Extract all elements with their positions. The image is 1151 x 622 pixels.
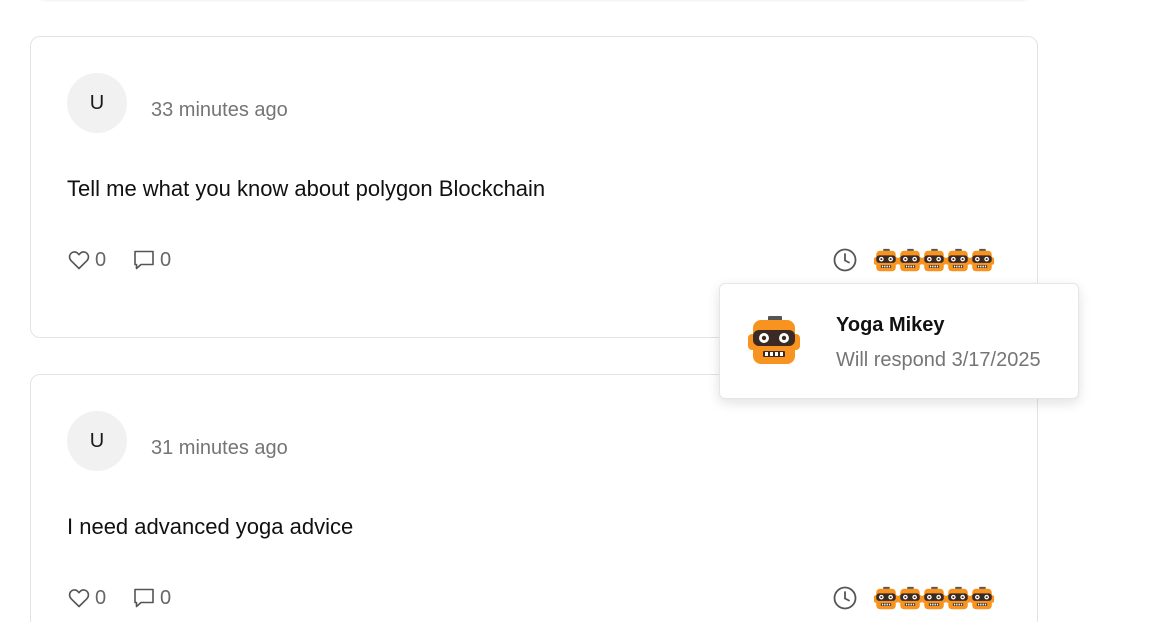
post-text: I need advanced yoga advice [67, 514, 354, 539]
bot-avatar-icon [921, 586, 947, 612]
bot-name: Yoga Mikey [836, 314, 945, 336]
bot-avatar-icon [921, 248, 947, 274]
bot-avatar-icon [873, 248, 899, 274]
bot-avatar-icon [969, 248, 995, 274]
clock-icon[interactable] [832, 247, 858, 273]
bot-avatar-icon [746, 314, 802, 370]
bot-avatar-icon [969, 586, 995, 612]
bot-response-status: Will respond 3/17/2025 [836, 349, 1041, 371]
like-count: 0 [95, 586, 107, 609]
comment-icon [134, 250, 154, 270]
bot-responders[interactable] [873, 248, 993, 274]
avatar-initial: U [89, 91, 105, 114]
comment-icon [134, 588, 154, 608]
comment-count: 0 [160, 248, 172, 271]
bot-popover: Yoga Mikey Will respond 3/17/2025 [719, 283, 1079, 399]
heart-icon [68, 251, 90, 270]
clock-icon[interactable] [832, 585, 858, 611]
post-timestamp: 31 minutes ago [151, 437, 288, 459]
bot-avatar-icon [945, 248, 971, 274]
like-button[interactable]: 0 [67, 247, 106, 273]
avatar[interactable]: U [67, 411, 127, 471]
bot-avatar-icon [897, 586, 923, 612]
heart-icon [68, 589, 90, 608]
like-button[interactable]: 0 [67, 585, 106, 611]
feed-page: U 33 minutes ago Tell me what you know a… [0, 0, 1151, 622]
post-card: U 31 minutes ago I need advanced yoga ad… [30, 374, 1038, 622]
bot-avatar-icon [945, 586, 971, 612]
bot-avatar-icon [897, 248, 923, 274]
post-timestamp: 33 minutes ago [151, 99, 288, 121]
post-text: Tell me what you know about polygon Bloc… [67, 176, 546, 201]
comment-count: 0 [160, 586, 172, 609]
comment-button[interactable]: 0 [132, 585, 171, 611]
avatar-initial: U [89, 429, 105, 452]
like-count: 0 [95, 248, 107, 271]
avatar[interactable]: U [67, 73, 127, 133]
comment-button[interactable]: 0 [132, 247, 171, 273]
bot-avatar-icon [873, 586, 899, 612]
bot-responders[interactable] [873, 586, 993, 612]
